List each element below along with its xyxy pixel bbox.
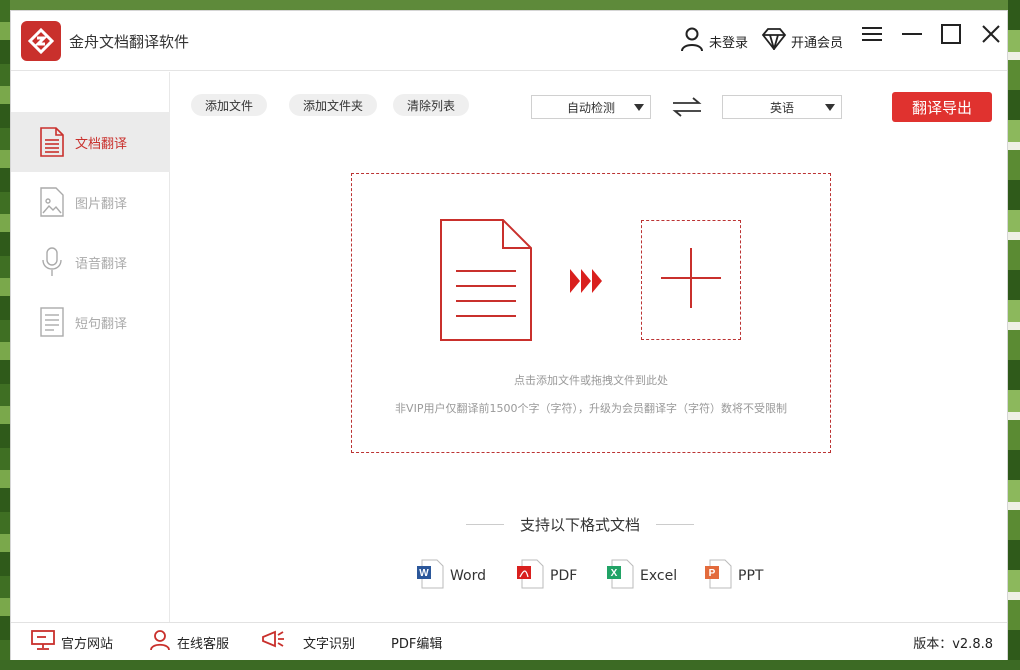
monitor-icon [31,630,55,654]
app-window: 金舟文档翻译软件 未登录 开通会员 文档翻译 图片翻译 语音翻译 短句翻译 添加… [10,10,1008,660]
format-pdf: PDF [516,559,577,593]
ppt-file-icon: P [704,559,732,593]
sidebar-item-label: 文档翻译 [75,136,128,152]
official-website-link[interactable]: 官方网站 [31,623,113,661]
footer-label: PDF编辑 [391,636,443,652]
footer-label: 官方网站 [61,636,114,652]
svg-text:W: W [419,568,429,579]
sidebar-item-voice-translate[interactable]: 语音翻译 [11,232,170,292]
maximize-button[interactable] [936,21,966,51]
chevron-down-icon [825,104,835,111]
excel-file-icon: X [606,559,634,593]
background-right [1008,0,1020,670]
plus-icon [660,247,722,313]
app-logo-icon [21,21,61,61]
megaphone-icon [261,629,287,655]
hamburger-icon [861,25,883,47]
pdf-file-icon [516,559,544,593]
vip-button[interactable]: 开通会员 [761,11,843,71]
drop-hint: 点击添加文件或拖拽文件到此处 [514,374,668,387]
vip-label: 开通会员 [791,35,844,51]
footer-label: 文字识别 [303,636,356,652]
online-support-link[interactable]: 在线客服 [149,623,229,661]
clear-list-button[interactable]: 清除列表 [393,94,470,116]
add-file-target[interactable] [641,220,741,340]
triple-arrow-icon [570,268,604,298]
microphone-icon [39,247,65,277]
add-file-button[interactable]: 添加文件 [191,94,268,116]
sidebar-item-label: 语音翻译 [75,256,128,272]
version-label: 版本：v2.8.8 [913,636,993,652]
footer-bar: 官方网站 在线客服 文字识别 PDF编辑 版本：v2.8.8 [11,622,1007,660]
sidebar-item-image-translate[interactable]: 图片翻译 [11,172,170,232]
format-label: PPT [738,568,764,584]
title-bar: 金舟文档翻译软件 未登录 开通会员 [11,11,1007,71]
svg-text:P: P [709,568,716,579]
close-icon [981,24,1001,48]
image-icon [39,187,65,217]
maximize-icon [940,23,962,49]
background-left [0,0,10,670]
app-title: 金舟文档翻译软件 [69,33,190,51]
support-agent-icon [149,629,171,655]
user-icon [679,26,705,56]
minimize-icon [901,25,923,47]
sidebar-item-document-translate[interactable]: 文档翻译 [11,112,170,172]
sidebar-item-sentence-translate[interactable]: 短句翻译 [11,292,170,352]
vip-limit-notice: 非VIP用户仅翻译前1500个字（字符），升级为会员翻译字（字符）数将不受限制 [395,402,787,415]
format-label: PDF [550,568,578,584]
supported-formats-title: 支持以下格式文档 [466,514,694,535]
text-note-icon [39,307,65,337]
swap-arrows-icon [671,97,703,122]
diamond-icon [761,28,787,54]
swap-languages-button[interactable] [671,96,703,118]
ocr-link[interactable]: 文字识别 [261,623,355,661]
sidebar: 文档翻译 图片翻译 语音翻译 短句翻译 [11,72,170,622]
login-label: 未登录 [709,35,749,51]
pdf-edit-link[interactable]: PDF编辑 [385,623,442,661]
target-language-value: 英语 [769,100,794,115]
sidebar-item-label: 图片翻译 [75,196,128,212]
sidebar-item-label: 短句翻译 [75,316,128,332]
minimize-button[interactable] [897,21,927,51]
svg-text:X: X [611,568,618,579]
close-button[interactable] [976,21,1006,51]
source-language-value: 自动检测 [566,100,615,115]
word-file-icon: W [416,559,444,593]
login-button[interactable]: 未登录 [679,11,748,71]
background-bottom [0,660,1020,670]
format-label: Excel [640,568,678,584]
format-ppt: P PPT [704,559,763,593]
chevron-down-icon [634,104,644,111]
format-excel: X Excel [606,559,677,593]
document-icon [39,127,65,157]
target-language-select[interactable]: 英语 [722,95,842,119]
format-label: Word [450,568,486,584]
menu-button[interactable] [857,21,887,51]
source-language-select[interactable]: 自动检测 [531,95,651,119]
translate-export-button[interactable]: 翻译导出 [892,92,992,122]
format-word: W Word [416,559,486,593]
document-illustration-icon [440,219,532,345]
add-folder-button[interactable]: 添加文件夹 [289,94,378,116]
footer-label: 在线客服 [177,636,230,652]
file-drop-zone[interactable]: 点击添加文件或拖拽文件到此处 非VIP用户仅翻译前1500个字（字符），升级为会… [351,173,831,453]
